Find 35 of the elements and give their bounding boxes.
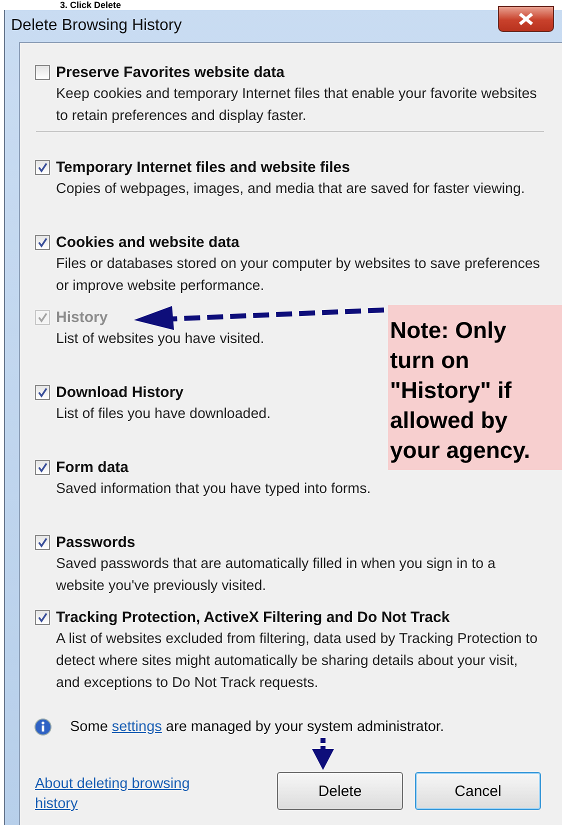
checkbox[interactable]	[35, 384, 50, 400]
option-title: Preserve Favorites website data	[56, 64, 284, 80]
delete-button[interactable]: Delete	[277, 772, 403, 810]
settings-link[interactable]: settings	[112, 719, 162, 735]
option-description: Saved information that you have typed into forms.	[56, 480, 371, 499]
option-description: Keep cookies and temporary Internet files that enable your favorite websites to retain preferences and display faster.	[56, 85, 538, 126]
option-description: Files or databases stored on your computer by websites to save preferences or improve website performance.	[56, 255, 540, 296]
option-title: Download History	[56, 384, 184, 400]
option-description: List of websites you have visited.	[56, 330, 264, 349]
close-icon	[517, 12, 535, 26]
option-description: Copies of webpages, images, and media that are saved for faster viewing.	[56, 180, 525, 199]
checkbox[interactable]	[35, 64, 50, 80]
dashed-arrow	[311, 738, 335, 770]
note-callout: Note: Only turn on "History" if allowed by your agency.	[388, 305, 562, 470]
option-title: Passwords	[56, 534, 136, 550]
checkbox[interactable]	[35, 610, 50, 624]
close-button[interactable]	[498, 6, 554, 32]
option-title: Temporary Internet files and website files	[56, 158, 350, 176]
checkbox[interactable]	[35, 460, 50, 474]
option-title: History	[56, 308, 108, 326]
option-title: Tracking Protection, ActiveX Filtering and Do Not Track	[56, 608, 450, 626]
option-description: A list of websites excluded from filtering, data used by Tracking Protection to detect where sites might automatically be sharing details about your visit, and exceptions to Do Not Track requests.	[56, 630, 539, 693]
option-description: List of files you have downloaded.	[56, 405, 271, 424]
checkbox[interactable]	[35, 234, 50, 250]
option-description: Saved passwords that are automatically filled in when you sign in to a website you've previously visited.	[56, 555, 496, 596]
checkbox[interactable]	[35, 534, 50, 550]
window-title: Delete Browsing History	[10, 17, 182, 35]
info-icon	[34, 718, 52, 736]
checkbox[interactable]	[35, 160, 50, 174]
cancel-button[interactable]: Cancel	[415, 772, 541, 810]
step-heading: 3. Click Delete	[59, 0, 122, 10]
help-link[interactable]: About deleting browsing history	[35, 774, 225, 814]
option-title: Cookies and website data	[56, 234, 240, 250]
admin-notice: Some settings are managed by your system administrator.	[70, 719, 444, 735]
option-title: Form data	[56, 458, 129, 476]
